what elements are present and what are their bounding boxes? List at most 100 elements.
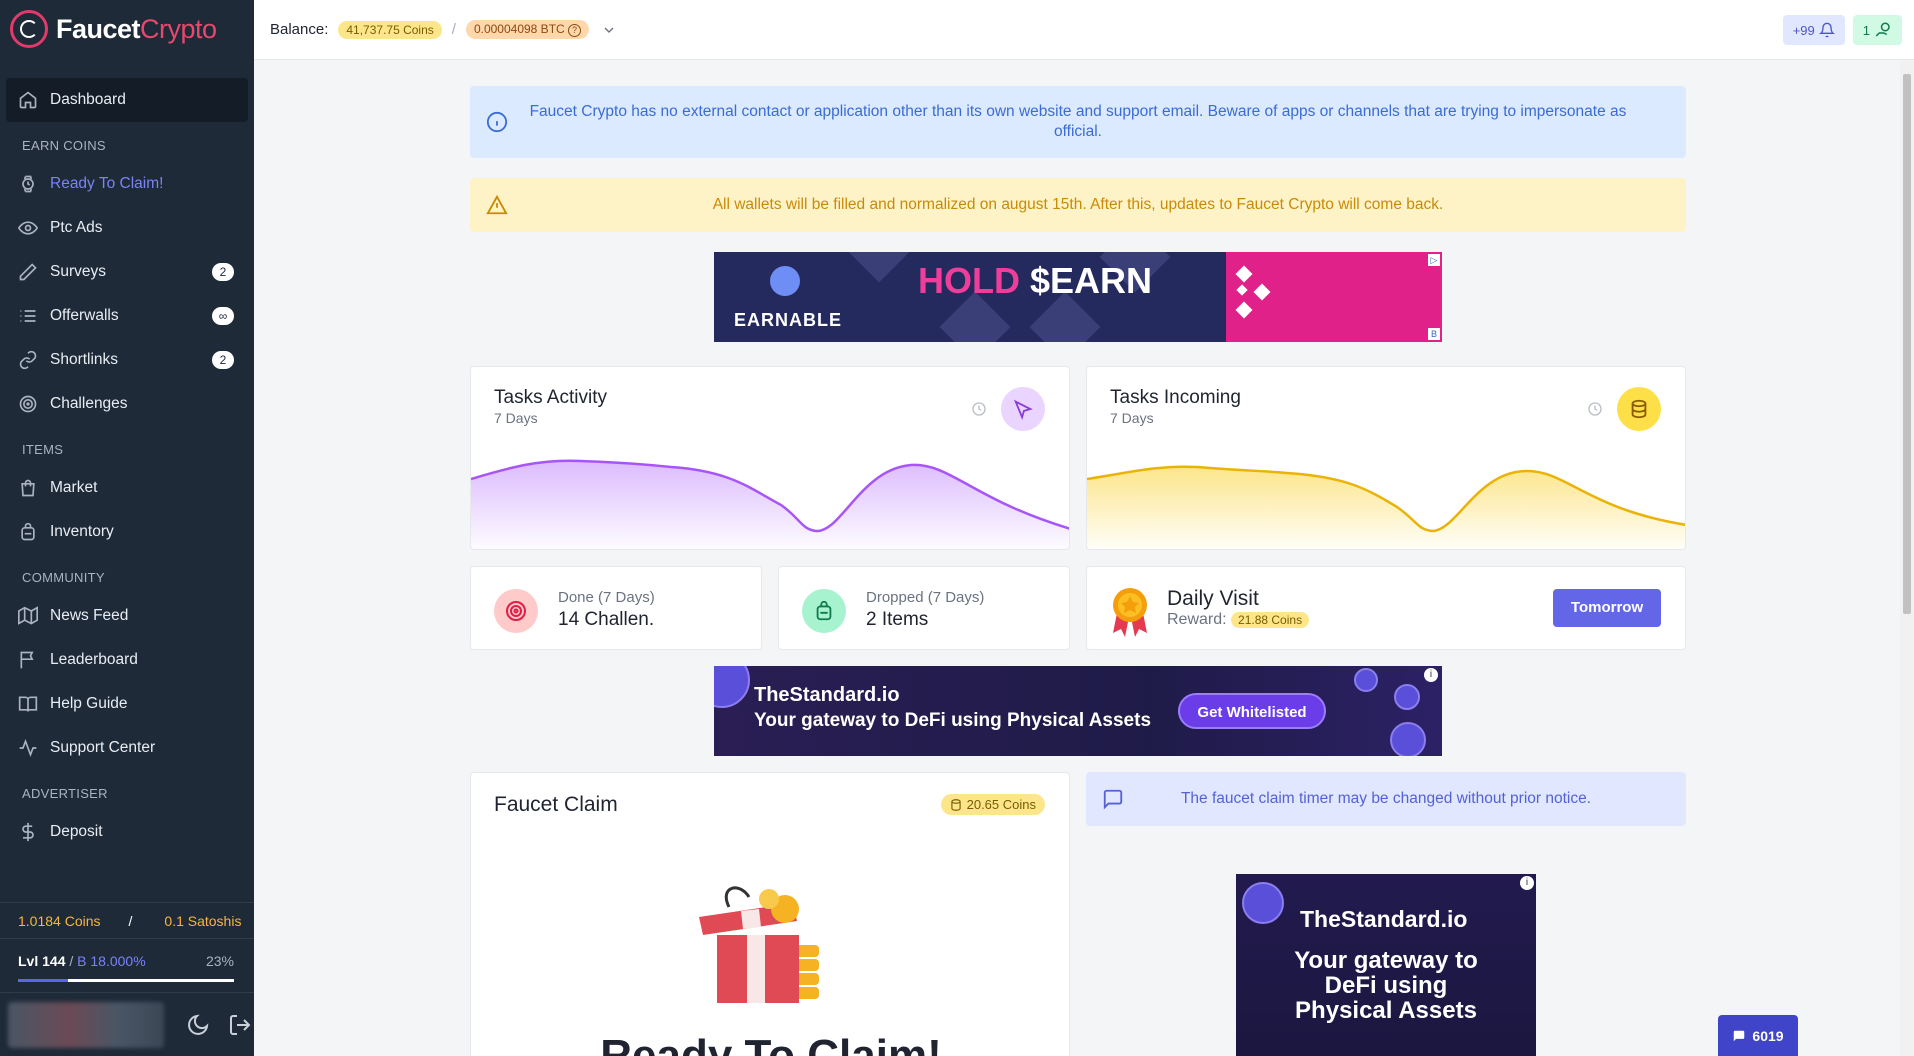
sidebar-item-label: Dashboard bbox=[50, 91, 126, 108]
sidebar-item-dashboard[interactable]: Dashboard bbox=[6, 78, 248, 122]
scrollbar[interactable] bbox=[1900, 60, 1914, 1056]
daily-visit-card: Daily Visit Reward: 21.88 Coins Tomorrow bbox=[1086, 566, 1686, 650]
daily-visit-reward: Reward: 21.88 Coins bbox=[1167, 611, 1310, 629]
sidebar-item-label: Market bbox=[50, 479, 98, 496]
brand-logo-icon bbox=[10, 10, 48, 48]
ad-earnable-headline: HOLD $EARN bbox=[918, 260, 1153, 301]
done-stat-card: Done (7 Days) 14 Challen. bbox=[470, 566, 762, 650]
gift-icon bbox=[699, 886, 819, 1003]
sidebar: FaucetCrypto Dashboard EARN COINS Ready … bbox=[0, 0, 254, 1056]
avatar[interactable] bbox=[8, 1001, 164, 1048]
sidebar-item-challenges[interactable]: Challenges bbox=[0, 382, 254, 426]
backpack-icon bbox=[21, 522, 35, 541]
messages-button[interactable]: 1 bbox=[1852, 15, 1902, 45]
chevron-down-icon[interactable] bbox=[601, 22, 617, 38]
ad-earnable-banner[interactable]: EARNABLE HOLD $EARN ▷ B bbox=[714, 252, 1442, 342]
ad-decoration bbox=[1354, 668, 1378, 692]
logout-icon[interactable] bbox=[228, 1013, 252, 1037]
level-progress-text: 23% bbox=[205, 953, 234, 969]
faucet-status-title: Ready To Claim! bbox=[600, 1031, 942, 1056]
balance-label: Balance: bbox=[270, 21, 329, 38]
earnable-arrows-icon bbox=[1235, 265, 1271, 319]
cursor-icon bbox=[1001, 387, 1045, 431]
sidebar-item-label: Offerwalls bbox=[50, 307, 119, 324]
sidebar-item-label: Shortlinks bbox=[50, 351, 119, 368]
section-title-community: COMMUNITY bbox=[22, 570, 105, 585]
sidebar-item-market[interactable]: Market bbox=[0, 466, 254, 510]
ad-badge: B bbox=[1428, 328, 1440, 340]
balance-separator: / bbox=[451, 21, 456, 38]
chat-button[interactable]: 6019 bbox=[1718, 1015, 1798, 1056]
level-separator: / bbox=[65, 953, 78, 969]
tasks-incoming-title: Tasks Incoming bbox=[1110, 387, 1241, 408]
dropped-stat-value: 2 Items bbox=[866, 609, 929, 630]
sidebar-balance-separator: / bbox=[128, 912, 133, 929]
sidebar-item-ready-to-claim[interactable]: Ready To Claim! bbox=[0, 162, 254, 206]
watch-icon bbox=[22, 175, 34, 193]
balance-coins-badge: 41,737.75 Coins bbox=[338, 20, 442, 39]
home-icon bbox=[19, 91, 37, 109]
sidebar-item-news-feed[interactable]: News Feed bbox=[0, 594, 254, 638]
daily-visit-reward-badge: 21.88 Coins bbox=[1231, 611, 1310, 628]
sidebar-item-label: Deposit bbox=[50, 823, 103, 840]
sidebar-footer: 1.0184 Coins / 0.1 Satoshis Lvl 144 / B … bbox=[0, 902, 254, 1056]
help-circle-icon[interactable]: ? bbox=[568, 23, 582, 37]
ad-thestandard-square[interactable]: TheStandard.io Your gateway to DeFi using… bbox=[1236, 874, 1536, 1056]
backpack-icon bbox=[802, 589, 846, 633]
shopping-bag-icon bbox=[21, 479, 35, 497]
clock-icon bbox=[1588, 402, 1602, 416]
ad-info-icon[interactable]: i bbox=[1424, 668, 1438, 682]
sidebar-item-deposit[interactable]: Deposit bbox=[0, 810, 254, 854]
level-panel: Lvl 144 / B 18.000% 23% bbox=[0, 938, 254, 992]
sidebar-item-label: Ptc Ads bbox=[50, 219, 103, 236]
sidebar-item-label: Ready To Claim! bbox=[50, 175, 164, 192]
sidebar-item-shortlinks[interactable]: Shortlinks 2 bbox=[0, 338, 254, 382]
ad-thestandard-banner[interactable]: TheStandard.io Your gateway to DeFi usin… bbox=[714, 666, 1442, 756]
ad-decoration bbox=[1242, 882, 1284, 924]
chat-icon bbox=[1734, 1030, 1745, 1041]
map-icon bbox=[18, 606, 38, 625]
scrollbar-thumb[interactable] bbox=[1903, 74, 1911, 614]
faucet-timer-notice: The faucet claim timer may be changed wi… bbox=[1086, 772, 1686, 826]
coins-stack-icon bbox=[950, 799, 961, 811]
faucet-coins-badge: 20.65 Coins bbox=[940, 794, 1045, 815]
adchoices-icon[interactable]: ▷ bbox=[1428, 254, 1440, 266]
sidebar-item-support-center[interactable]: Support Center bbox=[0, 726, 254, 770]
sidebar-item-help-guide[interactable]: Help Guide bbox=[0, 682, 254, 726]
sidebar-item-label: Help Guide bbox=[50, 695, 128, 712]
pencil-icon bbox=[19, 263, 37, 281]
ad-info-icon[interactable]: i bbox=[1520, 876, 1534, 890]
daily-visit-button[interactable]: Tomorrow bbox=[1553, 589, 1661, 627]
level-bonus: B 18.000% bbox=[77, 953, 146, 969]
ad-thestandard-brand: TheStandard.io bbox=[754, 684, 900, 706]
moon-icon[interactable] bbox=[186, 1013, 210, 1037]
topbar: Balance: 41,737.75 Coins / 0.00004098 BT… bbox=[254, 0, 1914, 60]
ad-get-whitelisted-button[interactable]: Get Whitelisted bbox=[1178, 693, 1326, 729]
ad-earnable-pink-panel bbox=[1226, 252, 1442, 342]
sidebar-item-surveys[interactable]: Surveys 2 bbox=[0, 250, 254, 294]
dropped-stat-label: Dropped (7 Days) bbox=[866, 589, 985, 606]
sidebar-item-offerwalls[interactable]: Offerwalls ∞ bbox=[0, 294, 254, 338]
sidebar-item-label: News Feed bbox=[50, 607, 129, 624]
level-progress-bar bbox=[18, 979, 234, 982]
target-icon bbox=[19, 395, 37, 413]
brand[interactable]: FaucetCrypto bbox=[0, 0, 254, 58]
sidebar-item-leaderboard[interactable]: Leaderboard bbox=[0, 638, 254, 682]
section-title-advertiser: ADVERTISER bbox=[22, 786, 108, 801]
warning-alert: All wallets will be filled and normalize… bbox=[470, 178, 1686, 232]
section-title-earn: EARN COINS bbox=[22, 138, 106, 153]
sidebar-item-ptc-ads[interactable]: Ptc Ads bbox=[0, 206, 254, 250]
shortlinks-badge: 2 bbox=[212, 351, 234, 369]
eye-icon bbox=[18, 221, 38, 235]
dollar-icon bbox=[22, 822, 34, 842]
ad-decoration bbox=[1390, 722, 1426, 756]
done-stat-label: Done (7 Days) bbox=[558, 589, 655, 606]
faucet-timer-notice-text: The faucet claim timer may be changed wi… bbox=[1180, 790, 1592, 807]
warning-icon bbox=[486, 194, 508, 215]
ad-decoration bbox=[1394, 684, 1420, 710]
tasks-activity-title: Tasks Activity bbox=[494, 387, 607, 408]
sidebar-item-inventory[interactable]: Inventory bbox=[0, 510, 254, 554]
surveys-badge: 2 bbox=[212, 263, 234, 281]
notifications-button[interactable]: +99 bbox=[1782, 15, 1845, 45]
flag-icon bbox=[20, 651, 34, 669]
